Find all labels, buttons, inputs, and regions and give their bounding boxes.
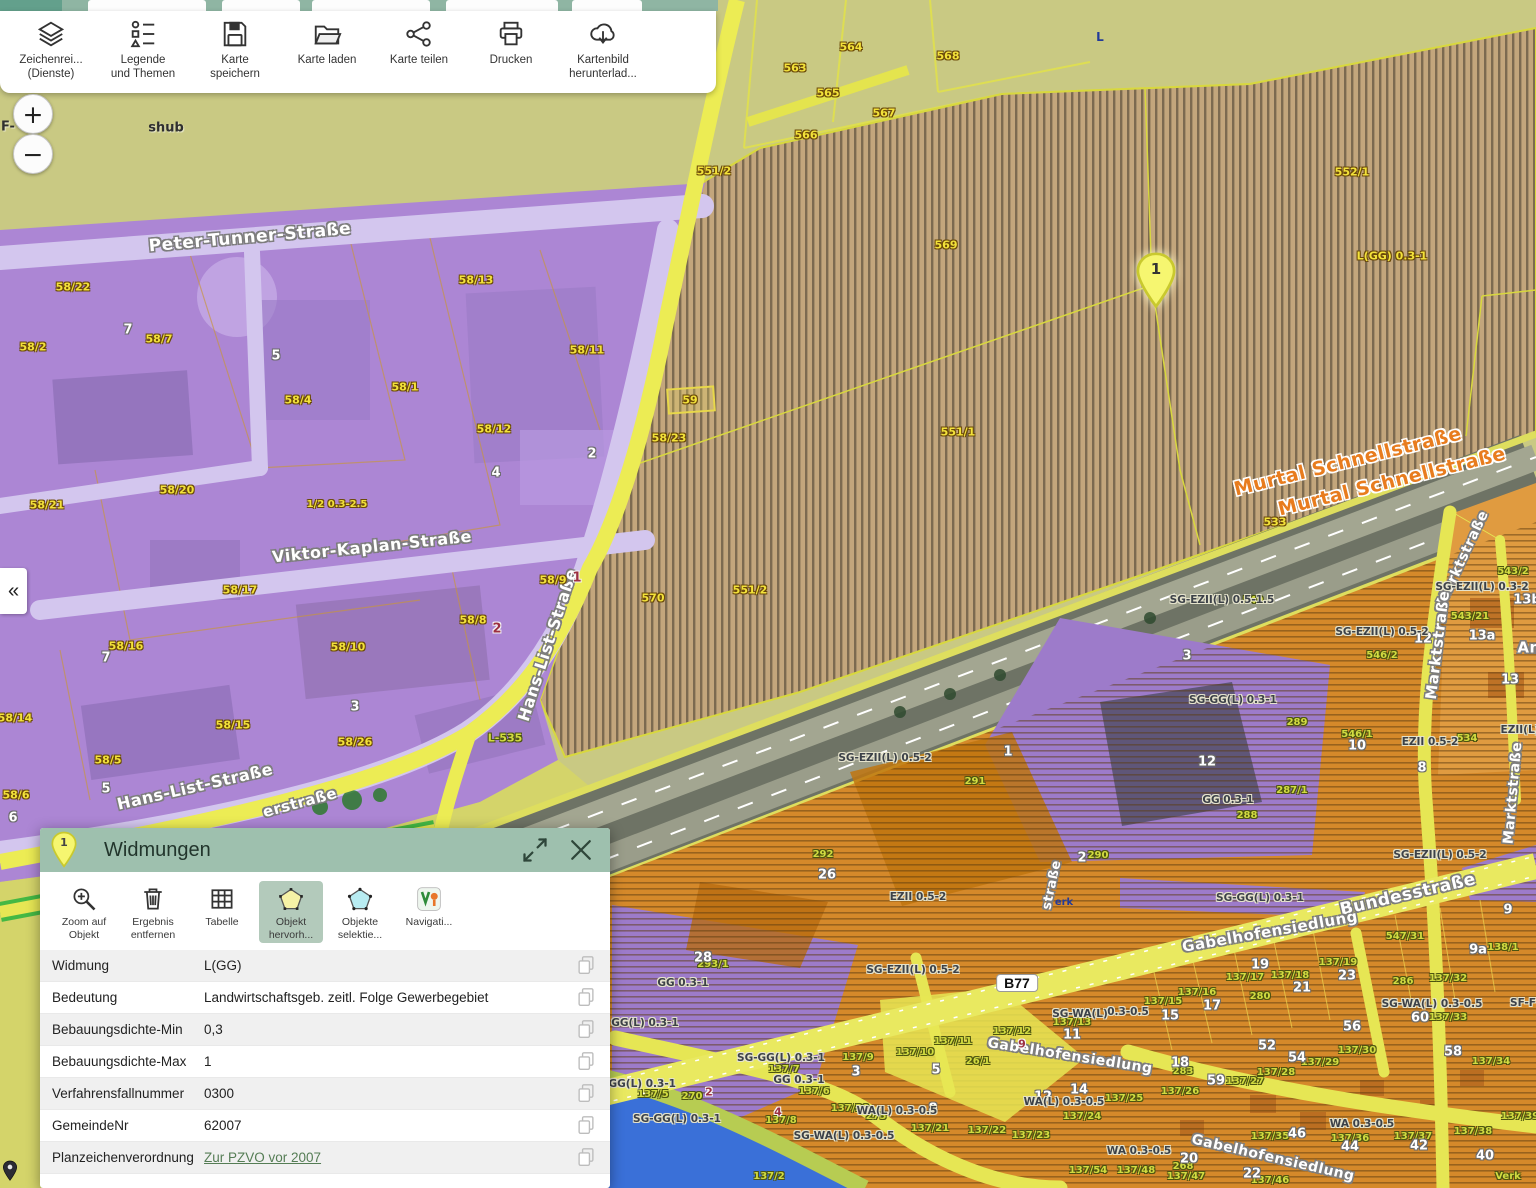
mini-marker-icon	[2, 1160, 18, 1187]
sidebar-collapse-button[interactable]: «	[0, 568, 27, 614]
attribute-table: WidmungL(GG)BedeutungLandwirtschaftsgeb.…	[40, 948, 610, 1174]
tab-stub[interactable]	[222, 0, 300, 11]
popup-tool-label: Objekt hervorh...	[269, 916, 313, 941]
save-icon	[220, 19, 250, 49]
field-value: 0,3	[204, 1022, 574, 1037]
toolbar-button-legend[interactable]: Legende und Themen	[100, 19, 186, 82]
expand-icon[interactable]	[520, 836, 550, 866]
zoom-magnifier-icon	[70, 885, 98, 913]
widmungen-popup: 1 Widmungen Zoom auf Objekt Ergebnis entf…	[40, 828, 610, 1188]
field-label: Planzeichenverordnung	[52, 1150, 204, 1165]
parcel-59-box	[667, 386, 715, 413]
toolbar-button-label: Zeichenrei... (Dienste)	[19, 53, 82, 82]
popup-tool-zoom-magnifier[interactable]: Zoom auf Objekt	[52, 881, 116, 943]
field-label: Widmung	[52, 958, 204, 973]
zoom-out-button[interactable]: −	[13, 134, 53, 174]
popup-tool-label: Ergebnis entfernen	[131, 916, 175, 941]
layers-icon	[36, 19, 66, 49]
toolbar-button-download-cloud[interactable]: Kartenbild herunterlad...	[560, 19, 646, 82]
field-label: Bedeutung	[52, 990, 204, 1005]
toolbar-button-save[interactable]: Karte speichern	[192, 19, 278, 82]
attribute-row: Verfahrensfallnummer0300	[40, 1078, 610, 1110]
popup-tool-label: Tabelle	[205, 916, 238, 929]
popup-toolbar: Zoom auf Objekt Ergebnis entfernen Tabelle…	[40, 872, 610, 948]
pzvo-link[interactable]: Zur PZVO vor 2007	[204, 1150, 574, 1165]
field-value: 0300	[204, 1086, 574, 1101]
toolbar-button-label: Karte teilen	[390, 53, 448, 67]
attribute-row: PlanzeichenverordnungZur PZVO vor 2007	[40, 1142, 610, 1174]
field-value: L(GG)	[204, 958, 574, 973]
table-icon	[208, 885, 236, 913]
legend-icon	[128, 19, 158, 49]
toolbar-button-label: Legende und Themen	[111, 53, 175, 82]
copy-icon[interactable]	[574, 1018, 598, 1042]
popup-tool-highlight-polygon[interactable]: Objekt hervorh...	[259, 881, 323, 943]
copy-icon[interactable]	[574, 1050, 598, 1074]
zoom-in-button[interactable]: +	[13, 94, 53, 134]
field-label: Bebauungsdichte-Max	[52, 1054, 204, 1069]
copy-icon[interactable]	[574, 1114, 598, 1138]
popup-tool-navigation[interactable]: Navigati...	[397, 881, 461, 931]
toolbar-button-label: Karte laden	[298, 53, 357, 67]
trash-icon	[139, 885, 167, 913]
popup-marker-number: 1	[50, 836, 78, 849]
attribute-row: Bebauungsdichte-Max1	[40, 1046, 610, 1078]
printer-icon	[496, 19, 526, 49]
field-value: 62007	[204, 1118, 574, 1133]
map-toolbar: Zeichenrei... (Dienste) Legende und Theme…	[0, 11, 716, 93]
toolbar-button-label: Drucken	[490, 53, 533, 67]
copy-icon[interactable]	[574, 954, 598, 978]
popup-title: Widmungen	[104, 839, 211, 862]
field-label: Verfahrensfallnummer	[52, 1086, 204, 1101]
copy-icon[interactable]	[574, 1082, 598, 1106]
navigation-icon	[415, 885, 443, 913]
field-value: 1	[204, 1054, 574, 1069]
tab-stub[interactable]	[88, 0, 206, 11]
top-tab-strip	[0, 0, 718, 11]
download-cloud-icon	[588, 19, 618, 49]
attribute-row: Bebauungsdichte-Min0,3	[40, 1014, 610, 1046]
toolbar-button-folder-open[interactable]: Karte laden	[284, 19, 370, 67]
toolbar-button-share[interactable]: Karte teilen	[376, 19, 462, 67]
copy-icon[interactable]	[574, 986, 598, 1010]
toolbar-button-label: Karte speichern	[210, 53, 260, 82]
copy-icon[interactable]	[574, 1146, 598, 1170]
popup-marker-pin-icon: 1	[50, 831, 78, 869]
tab-stub[interactable]	[312, 0, 430, 11]
marker-number: 1	[1134, 260, 1178, 278]
attribute-row: BedeutungLandwirtschaftsgeb. zeitl. Folg…	[40, 982, 610, 1014]
field-label: GemeindeNr	[52, 1118, 204, 1133]
tab-stub[interactable]	[572, 0, 642, 11]
close-icon[interactable]	[566, 836, 596, 866]
map-marker-pin[interactable]: 1	[1134, 252, 1178, 314]
tab-stub[interactable]	[446, 0, 558, 11]
popup-tool-trash[interactable]: Ergebnis entfernen	[121, 881, 185, 943]
popup-tool-label: Zoom auf Objekt	[62, 916, 106, 941]
share-icon	[404, 19, 434, 49]
toolbar-button-layers[interactable]: Zeichenrei... (Dienste)	[8, 19, 94, 82]
popup-tool-select-polygon[interactable]: Objekte selektie...	[328, 881, 392, 943]
popup-tool-table[interactable]: Tabelle	[190, 881, 254, 931]
field-value: Landwirtschaftsgeb. zeitl. Folge Gewerbe…	[204, 990, 574, 1005]
highlight-polygon-icon	[277, 885, 305, 913]
field-label: Bebauungsdichte-Min	[52, 1022, 204, 1037]
attribute-row: WidmungL(GG)	[40, 950, 610, 982]
popup-tool-label: Navigati...	[406, 916, 453, 929]
attribute-row: GemeindeNr62007	[40, 1110, 610, 1142]
toolbar-button-label: Kartenbild herunterlad...	[569, 53, 637, 82]
popup-header: 1 Widmungen	[40, 828, 610, 872]
select-polygon-icon	[346, 885, 374, 913]
home-tab-stub[interactable]	[0, 0, 62, 11]
folder-open-icon	[312, 19, 342, 49]
toolbar-button-printer[interactable]: Drucken	[468, 19, 554, 67]
popup-tool-label: Objekte selektie...	[338, 916, 382, 941]
